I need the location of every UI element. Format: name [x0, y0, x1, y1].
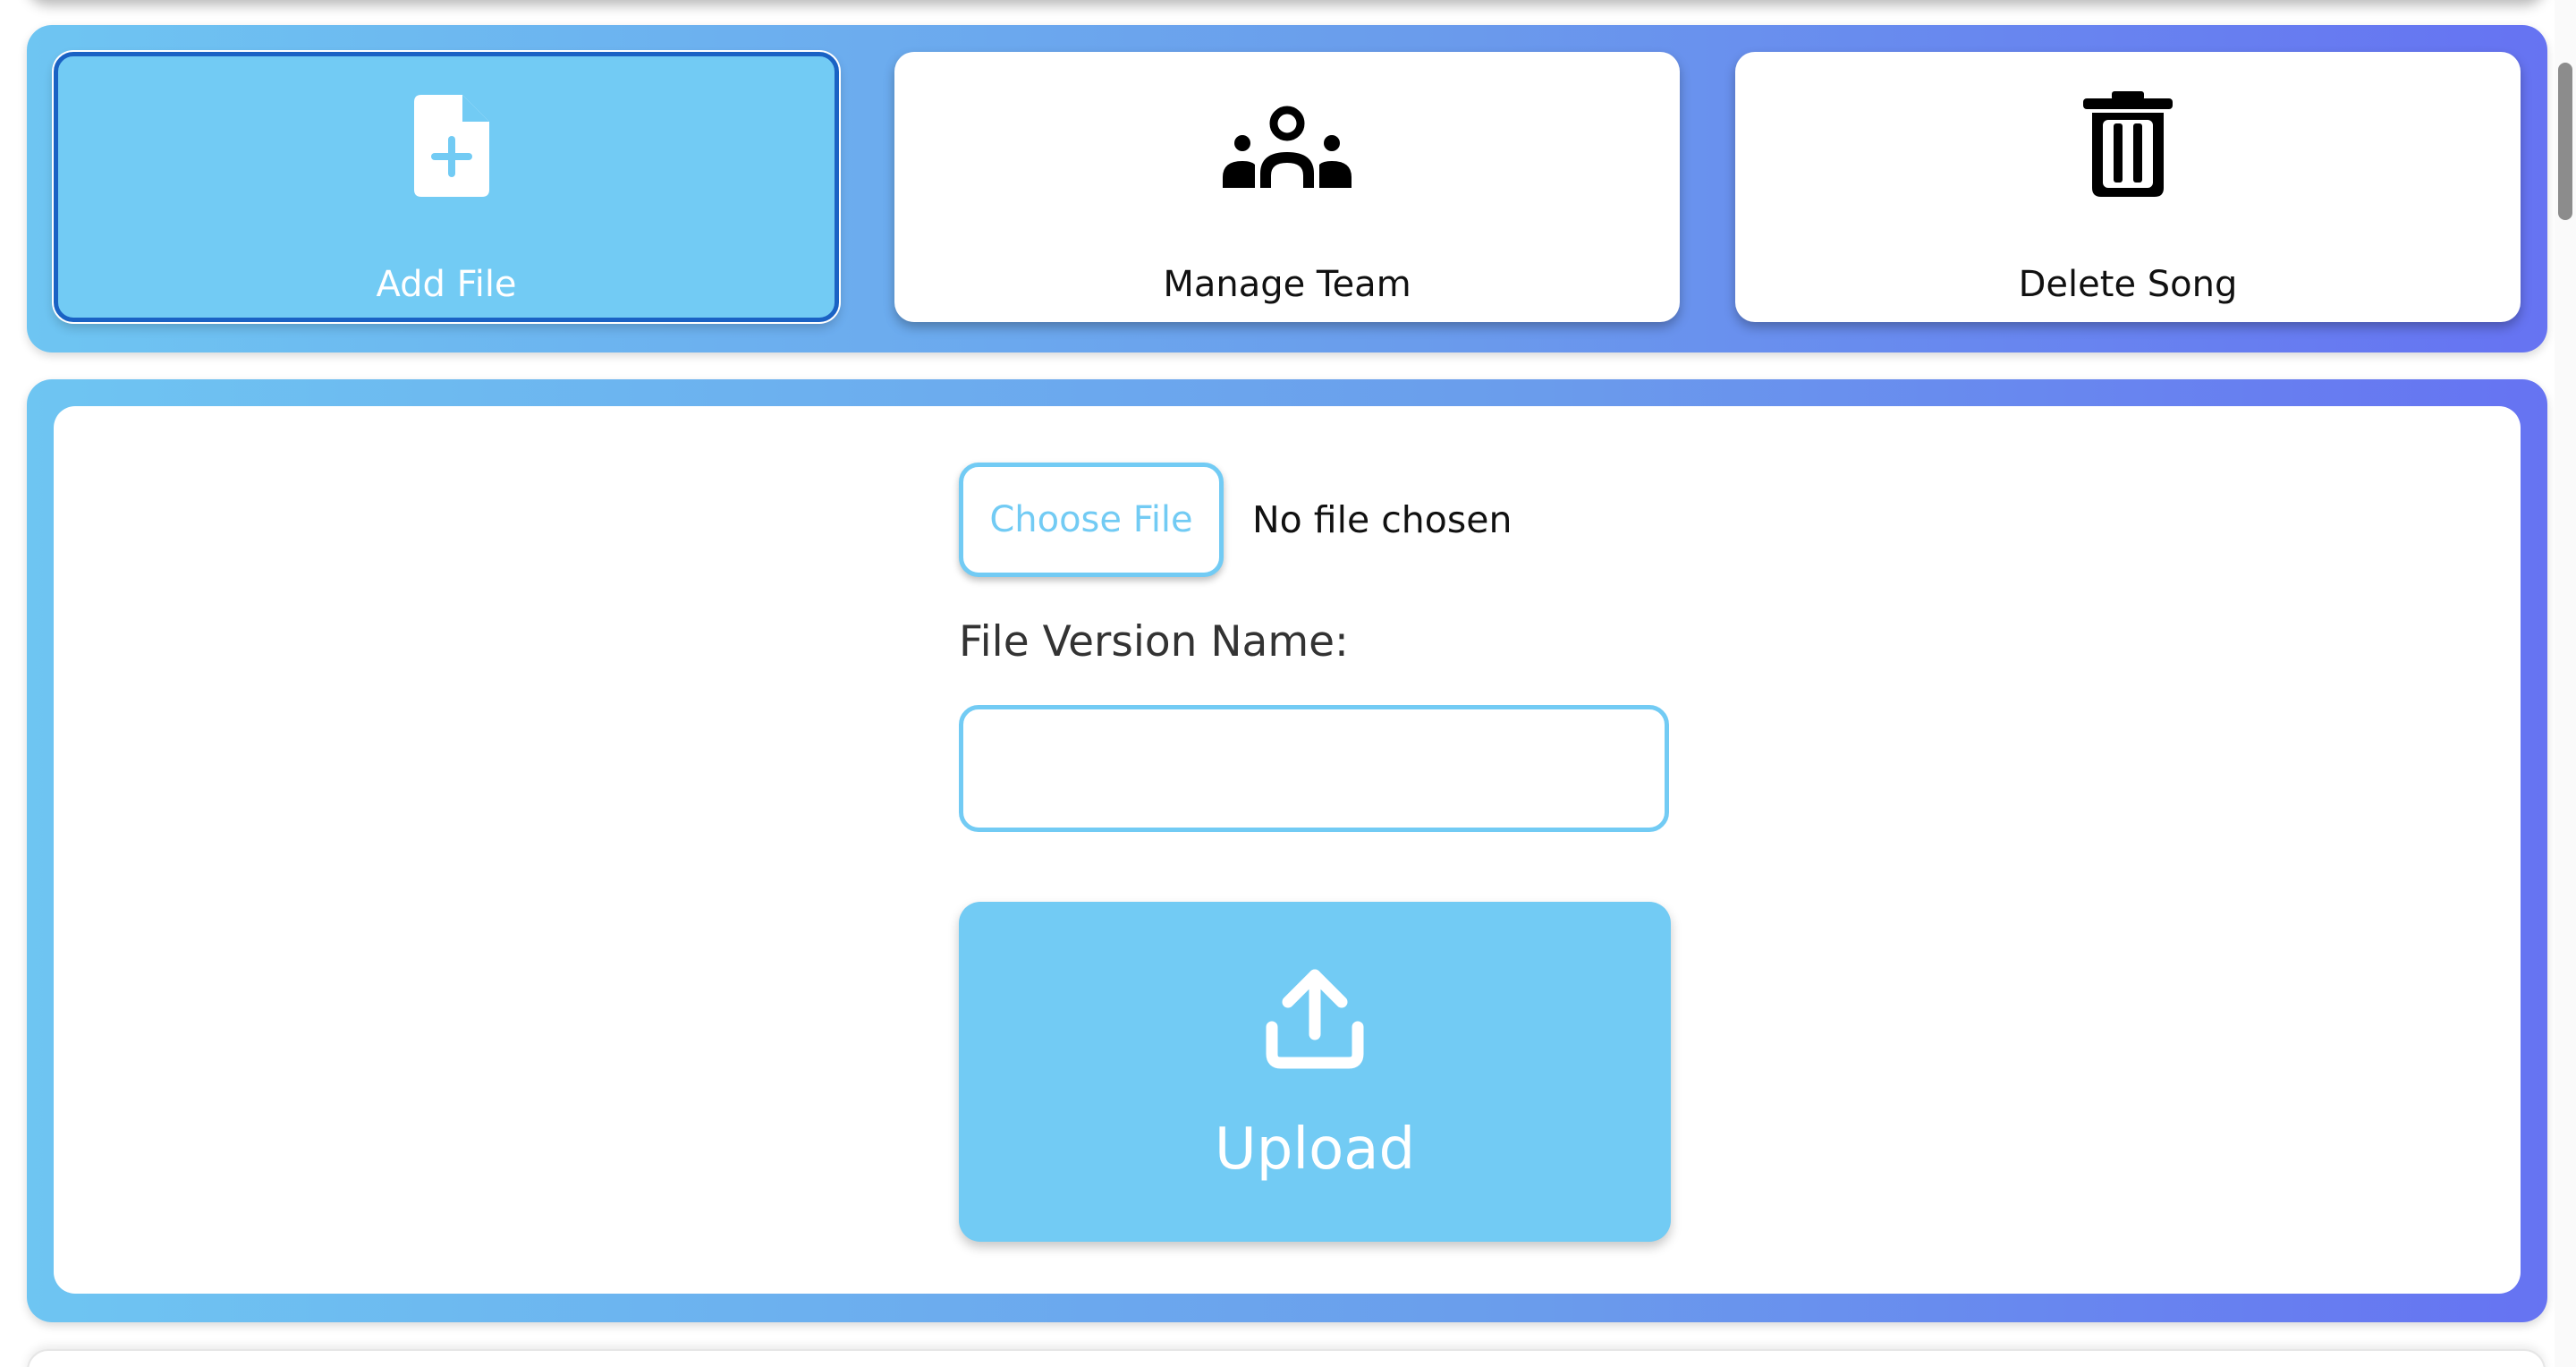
manage-team-label: Manage Team [1163, 264, 1411, 305]
version-name-input[interactable] [959, 705, 1669, 832]
upload-label: Upload [1214, 1117, 1416, 1183]
team-icon [1223, 106, 1352, 188]
next-card-edge [27, 1349, 2546, 1367]
version-name-label: File Version Name: [959, 617, 1349, 667]
add-file-panel: Choose File No file chosen File Version … [27, 379, 2547, 1322]
vertical-scrollbar[interactable] [2555, 0, 2576, 1367]
delete-song-label: Delete Song [2018, 264, 2238, 305]
upload-button[interactable]: Upload [959, 902, 1671, 1242]
manage-team-button[interactable]: Manage Team [894, 52, 1680, 322]
choose-file-button[interactable]: Choose File [959, 463, 1224, 577]
scrollbar-thumb[interactable] [2558, 63, 2572, 220]
upload-icon [1266, 969, 1364, 1069]
file-plus-icon [414, 95, 489, 197]
add-file-button[interactable]: Add File [54, 52, 839, 322]
song-actions-toolbar: Add File Manage Team Delete Song [27, 25, 2547, 352]
file-status-text: No file chosen [1252, 498, 1513, 541]
file-picker: Choose File No file chosen [959, 462, 1512, 578]
upload-form: Choose File No file chosen File Version … [54, 406, 2521, 1294]
trash-icon [2083, 91, 2173, 197]
page: Add File Manage Team Delete Song Choose … [0, 0, 2576, 1367]
delete-song-button[interactable]: Delete Song [1735, 52, 2521, 322]
add-file-label: Add File [376, 264, 517, 305]
